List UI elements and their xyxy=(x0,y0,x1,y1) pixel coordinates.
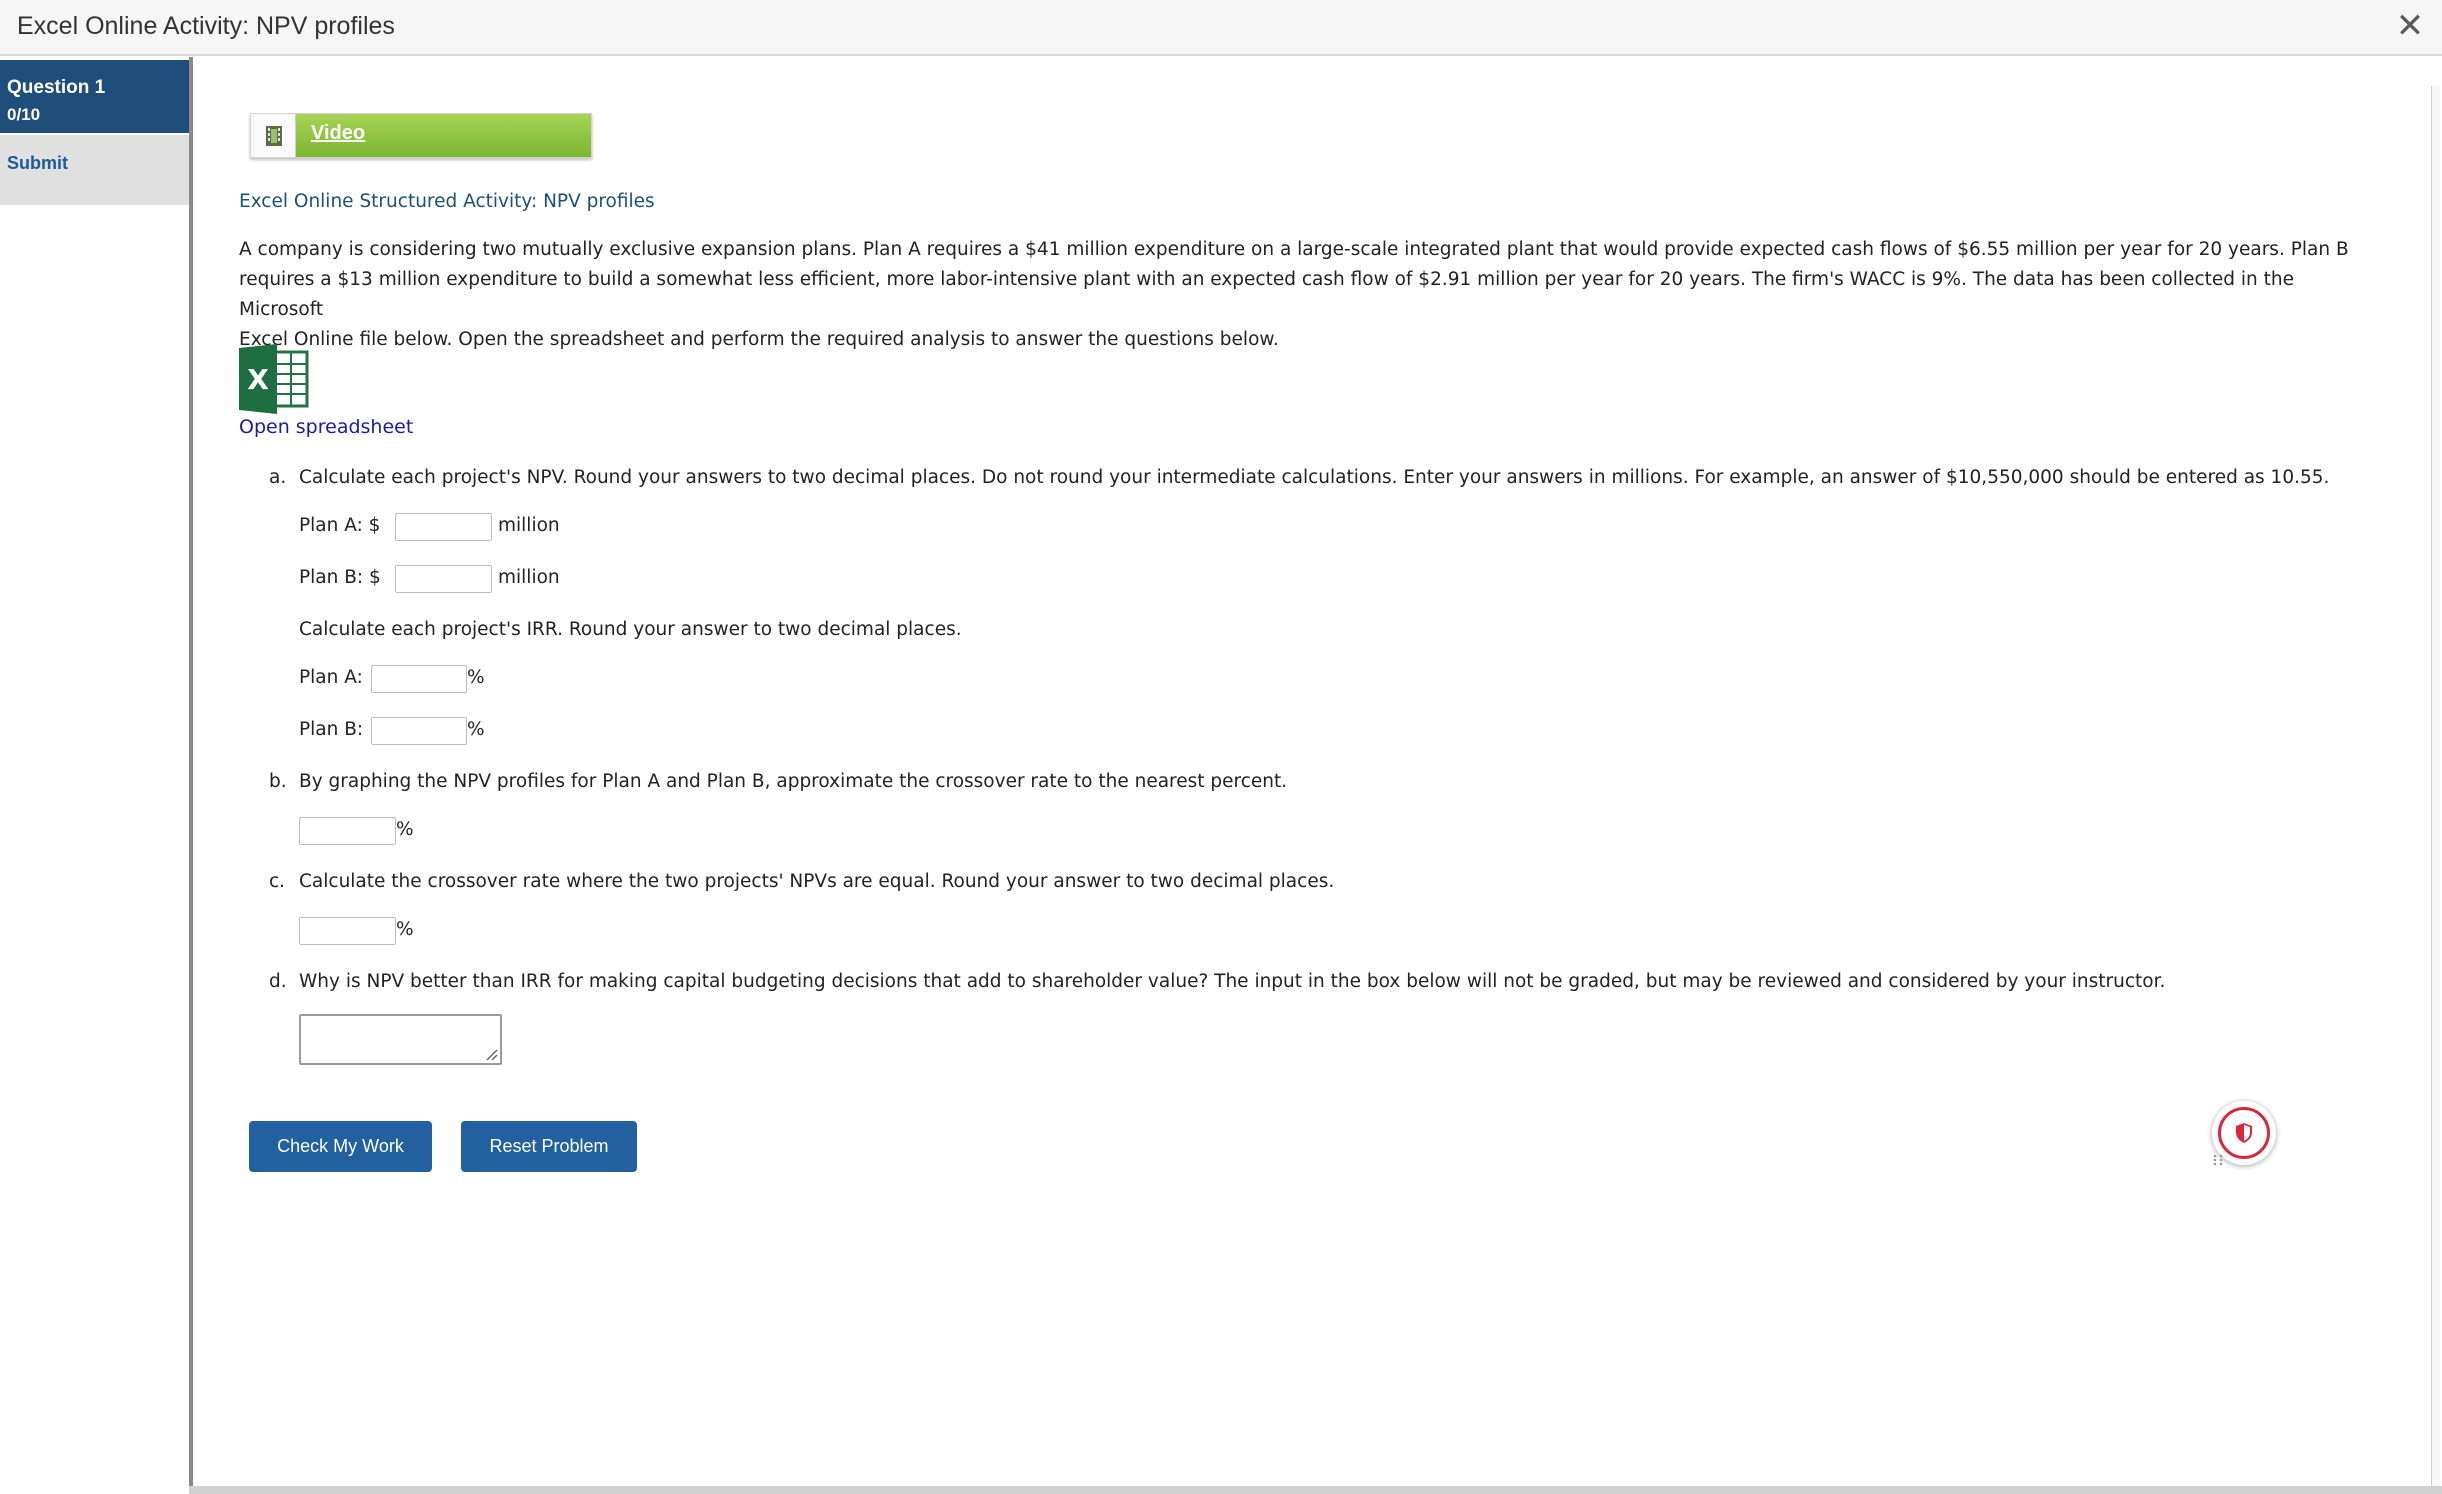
resize-grip-icon[interactable] xyxy=(484,1047,498,1061)
npv-plan-a-unit: million xyxy=(498,515,560,536)
crossover-estimate-input[interactable] xyxy=(299,817,396,845)
npv-plan-b-unit: million xyxy=(498,567,560,588)
submit-button[interactable]: Submit xyxy=(0,135,189,205)
open-spreadsheet-link[interactable]: Open spreadsheet xyxy=(239,416,413,438)
question-sidebar: Question 1 0/10 Submit xyxy=(0,57,193,1491)
excel-icon[interactable]: X xyxy=(239,344,311,414)
sidebar-item-question-1[interactable]: Question 1 0/10 xyxy=(0,60,189,133)
npv-plan-b-input[interactable] xyxy=(395,565,492,593)
intro-line: Excel Online file below. Open the spread… xyxy=(239,329,1279,350)
irr-plan-a-percent: % xyxy=(467,667,485,688)
irr-plan-b-label: Plan B: xyxy=(299,719,364,740)
window-titlebar: Excel Online Activity: NPV profiles ✕ xyxy=(0,0,2442,56)
irr-plan-a-label: Plan A: xyxy=(299,667,363,688)
intro-line: A company is considering two mutually ex… xyxy=(239,239,2349,260)
film-strip-icon xyxy=(251,114,296,157)
intro-line: requires a $13 million expenditure to bu… xyxy=(239,269,2294,320)
question-d-text: Why is NPV better than IRR for making ca… xyxy=(299,971,2166,992)
npv-plan-a-label: Plan A: $ xyxy=(299,515,381,536)
question-label: Question 1 xyxy=(7,77,106,98)
question-b-letter: b. xyxy=(269,771,287,792)
drag-handle-icon[interactable] xyxy=(2212,1153,2224,1167)
video-button[interactable]: Video xyxy=(250,113,592,158)
close-icon[interactable]: ✕ xyxy=(2392,6,2428,46)
problem-statement: A company is considering two mutually ex… xyxy=(239,235,2349,355)
window-title: Excel Online Activity: NPV profiles xyxy=(17,12,395,40)
npv-plan-b-label: Plan B: $ xyxy=(299,567,381,588)
crossover-rate-percent: % xyxy=(396,919,414,940)
explanation-textarea[interactable] xyxy=(299,1014,502,1065)
video-label: Video xyxy=(311,122,366,144)
reset-problem-button[interactable]: Reset Problem xyxy=(461,1121,637,1172)
vertical-scrollbar[interactable] xyxy=(2431,86,2440,1488)
question-c-text: Calculate the crossover rate where the t… xyxy=(299,871,1335,892)
question-d-letter: d. xyxy=(269,971,287,992)
activity-title: Excel Online Structured Activity: NPV pr… xyxy=(239,191,655,212)
check-my-work-button[interactable]: Check My Work xyxy=(249,1121,432,1172)
irr-instruction: Calculate each project's IRR. Round your… xyxy=(299,619,962,640)
irr-plan-b-percent: % xyxy=(467,719,485,740)
svg-text:X: X xyxy=(247,363,269,396)
question-b-text: By graphing the NPV profiles for Plan A … xyxy=(299,771,1288,792)
irr-plan-b-input[interactable] xyxy=(371,717,467,745)
bottom-scrollbar[interactable] xyxy=(189,1486,2442,1494)
question-a-letter: a. xyxy=(269,467,287,488)
crossover-rate-input[interactable] xyxy=(299,917,396,945)
irr-plan-a-input[interactable] xyxy=(371,665,467,693)
npv-plan-a-input[interactable] xyxy=(395,513,492,541)
question-c-letter: c. xyxy=(269,871,286,892)
question-score: 0/10 xyxy=(7,105,41,124)
question-a-text: Calculate each project's NPV. Round your… xyxy=(299,467,2330,488)
crossover-estimate-percent: % xyxy=(396,819,414,840)
